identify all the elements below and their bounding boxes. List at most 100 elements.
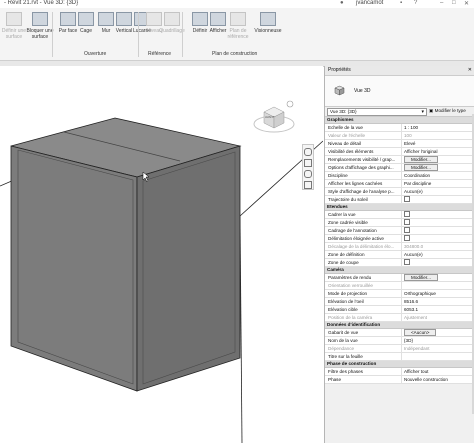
property-value[interactable] [401,353,474,360]
close-icon[interactable]: ✕ [468,66,472,75]
property-edit-button[interactable]: Modifier... [404,274,438,281]
property-value[interactable]: Afficher tout [401,368,474,375]
property-value[interactable]: Aucun(e) [401,188,474,195]
property-row: Cadrer la vue [325,211,474,219]
viewcube[interactable]: AVANT [250,96,298,136]
home-view-icon[interactable] [286,100,294,108]
property-label: Nom de la vue [328,338,358,343]
property-value [401,282,474,289]
property-row: Mode de projection Orthographique [325,290,474,298]
3d-viewport[interactable]: AVANT [0,66,324,444]
properties-list: Graphismes Echelle de la vue 1 : 100 Valeur… [325,117,474,384]
property-label: Echelle de la vue [328,125,363,130]
orbit-icon[interactable] [304,181,312,189]
cabinet-left-face[interactable] [10,145,138,392]
property-checkbox[interactable] [404,219,410,226]
cabinet-right-face[interactable] [136,145,241,392]
ribbon-tool-icon [260,12,276,26]
ribbon: Définir une surface Bloquer une surface Pa… [0,8,474,61]
edit-type-button[interactable]: ▣ Modifier le type [429,108,466,114]
property-label: Remplacements visibilité / grap... [328,157,396,162]
property-value[interactable]: Aucun(e) [401,251,474,258]
zoom-icon[interactable] [304,170,312,178]
property-checkbox[interactable] [404,196,410,203]
properties-palette: Propriétés ✕ Vue 3D Vue 3D: {3D} ▣ Modif… [324,66,474,443]
property-value[interactable]: 8516.6 [401,298,474,305]
3d-view-icon [334,85,345,96]
property-value[interactable]: Orthographique [401,290,474,297]
property-button-cell: Modifier... [401,156,474,163]
property-row: Niveau de détail Elevé [325,140,474,148]
property-label: Elévation de l'oeil [328,299,364,304]
help-icon[interactable]: ? [414,0,417,6]
navigation-bar [302,144,314,190]
property-edit-button[interactable]: <Aucun> [404,329,437,336]
property-label: Elévation cible [328,307,358,312]
property-row: Elévation de l'oeil 8516.6 [325,298,474,306]
property-label: Cadrer la vue [328,212,356,217]
user-name[interactable]: jvancamot [356,0,383,6]
property-checkbox[interactable] [404,259,410,266]
pan-icon[interactable] [304,159,312,167]
ribbon-tool-icon [32,12,48,26]
properties-title: Propriétés [328,67,351,73]
property-checkbox-cell [401,211,474,218]
ribbon-button-plan-de-référence[interactable]: Plan de référence [224,10,252,40]
property-row: Discipline Coordination [325,172,474,180]
section-header[interactable]: Phase de construction [325,361,474,368]
property-label: Phase [328,377,342,382]
property-value[interactable]: Afficher l'original [401,148,474,155]
ribbon-button-label: Bloquer une surface [26,28,54,40]
type-name: Vue 3D [354,88,371,94]
close-window-icon[interactable]: ✕ [464,0,469,7]
property-row: Echelle de la vue 1 : 100 [325,124,474,132]
property-checkbox[interactable] [404,211,410,218]
section-header[interactable]: Etendues [325,204,474,211]
ribbon-button-bloquer-une-surface[interactable]: Bloquer une surface [26,10,54,40]
minimize-icon[interactable]: – [440,0,443,6]
property-label: Décalage de la délimitation élo... [328,244,395,249]
user-icon[interactable]: ● [340,0,344,6]
property-checkbox-cell [401,219,474,226]
property-value: 304800.0 [401,243,474,250]
property-row: Position de la caméra Ajustement [325,314,474,322]
property-value[interactable]: Elevé [401,140,474,147]
property-label: Gabarit de vue [328,330,359,335]
property-row: Gabarit de vue <Aucun> [325,329,474,337]
property-value[interactable]: Par discipline [401,180,474,187]
ribbon-button-visionneuse[interactable]: Visionneuse [254,10,282,34]
property-value[interactable]: 1 : 100 [401,124,474,131]
property-checkbox[interactable] [404,227,410,234]
property-label: Visibilité des éléments [328,149,374,154]
property-label: Filtre des phases [328,369,363,374]
instance-filter-row: Vue 3D: {3D} ▣ Modifier le type [325,107,474,117]
type-selector[interactable]: Vue 3D [325,76,474,107]
property-checkbox[interactable] [404,235,410,242]
property-value[interactable]: {3D} [401,337,474,344]
property-edit-button[interactable]: Modifier... [404,164,438,171]
section-header[interactable]: Caméra [325,267,474,274]
property-value[interactable]: Nouvelle construction [401,376,474,383]
section-header[interactable]: Données d'identification [325,322,474,329]
ribbon-tool-icon [164,12,180,26]
property-label: Trajectoire du soleil [328,197,368,202]
maximize-icon[interactable]: □ [452,0,456,6]
property-button-cell: <Aucun> [401,329,474,336]
property-label: Style d'affichage de l'analyse p... [328,189,395,194]
property-value[interactable]: 6053.1 [401,306,474,313]
property-row: Afficher les lignes cachées Par disciplin… [325,180,474,188]
instance-filter-dropdown[interactable]: Vue 3D: {3D} [327,108,427,116]
property-row: Phase Nouvelle construction [325,376,474,384]
property-row: Zone cadrée visible [325,219,474,227]
property-row: Style d'affichage de l'analyse p... Aucun… [325,188,474,196]
property-row: Elévation cible 6053.1 [325,306,474,314]
property-row: Dépendance Indépendant [325,345,474,353]
property-value[interactable]: Coordination [401,172,474,179]
property-value: Indépendant [401,345,474,352]
cart-icon[interactable]: ▪ [400,0,402,6]
ribbon-button-définir-une-surface[interactable]: Définir une surface [0,10,28,40]
property-row: Nom de la vue {3D} [325,337,474,345]
property-edit-button[interactable]: Modifier... [404,156,438,163]
steering-wheel-icon[interactable] [304,148,312,156]
section-header[interactable]: Graphismes [325,117,474,124]
